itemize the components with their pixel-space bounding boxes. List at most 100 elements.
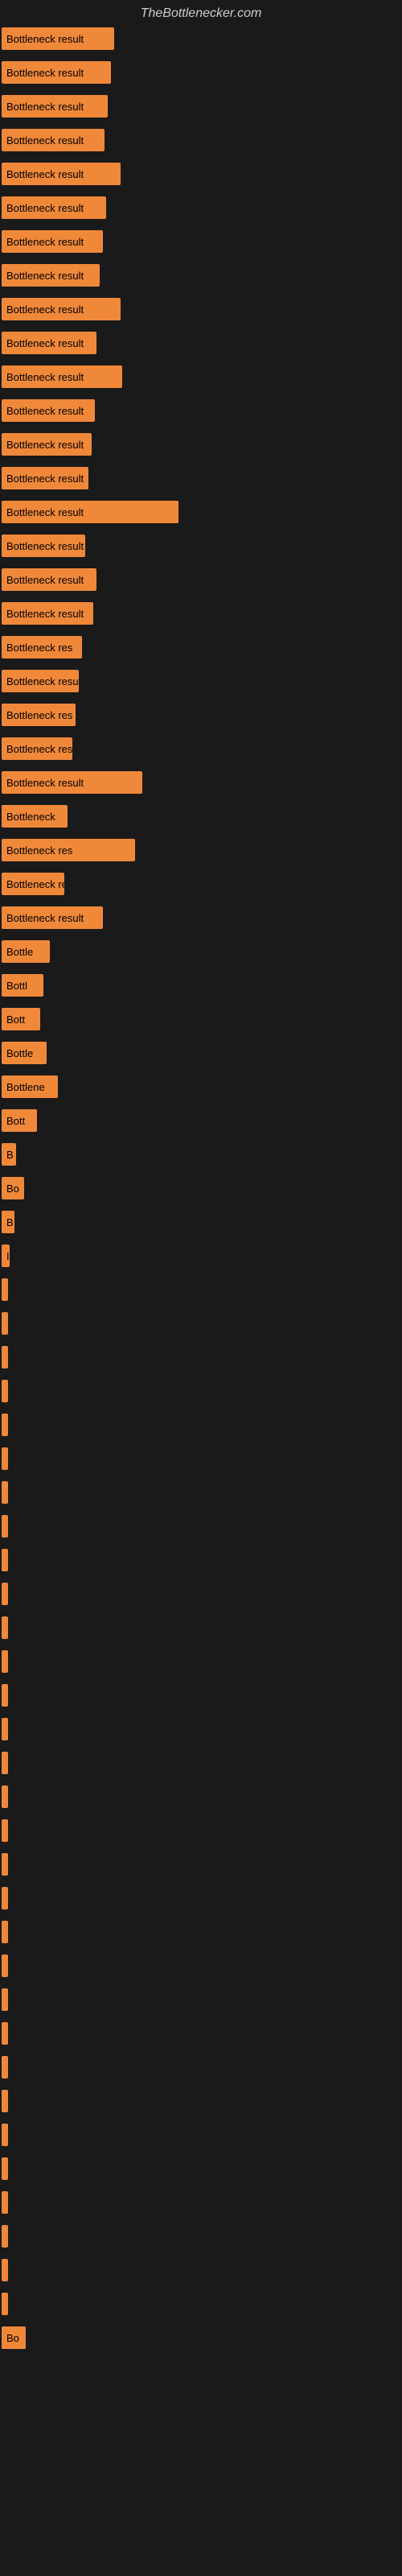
bar-label: Bottleneck result (6, 270, 84, 282)
result-bar (2, 1481, 8, 1504)
bar-label: Bottleneck (6, 811, 55, 823)
result-bar (2, 1312, 8, 1335)
bar-row (0, 1312, 402, 1335)
bar-row (0, 1921, 402, 1943)
result-bar (2, 1414, 8, 1436)
result-bar: Bo (2, 1177, 24, 1199)
result-bar (2, 2259, 8, 2281)
result-bar: Bottleneck result (2, 501, 178, 523)
bar-row: Bottlene (0, 1075, 402, 1098)
result-bar: Bottleneck result (2, 298, 121, 320)
bar-row (0, 1481, 402, 1504)
bar-row: Bottl (0, 974, 402, 997)
result-bar (2, 1278, 8, 1301)
result-bar: Bottleneck result (2, 399, 95, 422)
result-bar: Bottleneck result (2, 264, 100, 287)
result-bar (2, 1752, 8, 1774)
bar-row (0, 1785, 402, 1808)
bar-row (0, 1955, 402, 1977)
result-bar: Bottleneck result (2, 163, 121, 185)
bar-row: Bottleneck result (0, 535, 402, 557)
bar-row: Bottleneck result (0, 163, 402, 185)
bar-label: Bottleneck result (6, 134, 84, 147)
bar-row: Bottleneck result (0, 906, 402, 929)
bar-row: Bottleneck res (0, 839, 402, 861)
result-bar: Bottleneck result (2, 467, 88, 489)
bar-label: Bottleneck res (6, 743, 72, 755)
bar-row (0, 2225, 402, 2248)
bar-row: Bo (0, 1177, 402, 1199)
bar-row: Bottleneck result (0, 568, 402, 591)
bar-row: Bottleneck result (0, 230, 402, 253)
bar-row (0, 1684, 402, 1707)
result-bar: Bottleneck result (2, 129, 105, 151)
result-bar: Bottleneck res (2, 737, 72, 760)
result-bar (2, 2056, 8, 2079)
result-bar: Bo (2, 2326, 26, 2349)
bar-label: Bottleneck result (6, 236, 84, 248)
result-bar (2, 1785, 8, 1808)
bar-row: Bottleneck (0, 805, 402, 828)
bar-row (0, 1583, 402, 1605)
bar-label: Bott (6, 1013, 25, 1026)
result-bar (2, 1650, 8, 1673)
result-bar: Bottleneck result (2, 230, 103, 253)
bar-row (0, 1447, 402, 1470)
result-bar (2, 1921, 8, 1943)
bar-row (0, 1414, 402, 1436)
bar-row: Bo (0, 2326, 402, 2349)
result-bar (2, 2124, 8, 2146)
result-bar: Bottleneck res (2, 704, 76, 726)
result-bar: Bottlene (2, 1075, 58, 1098)
result-bar (2, 2191, 8, 2214)
bar-label: Bottleneck res (6, 709, 72, 721)
bar-row: Bottle (0, 940, 402, 963)
bar-row (0, 2293, 402, 2315)
bar-row (0, 1616, 402, 1639)
bar-row (0, 2090, 402, 2112)
result-bar (2, 1515, 8, 1538)
bar-row: Bottleneck res (0, 737, 402, 760)
bar-row (0, 1887, 402, 1909)
bar-row (0, 1346, 402, 1368)
bar-label: Bottleneck result (6, 405, 84, 417)
result-bar: Bottleneck result (2, 332, 96, 354)
bar-row (0, 2259, 402, 2281)
bar-label: Bottleneck result (6, 67, 84, 79)
bar-label: Bottleneck res (6, 642, 72, 654)
result-bar: Bottleneck result (2, 771, 142, 794)
bar-label: I (6, 1250, 10, 1262)
bar-row (0, 1549, 402, 1571)
result-bar: Bottl (2, 974, 43, 997)
bar-label: Bottleneck result (6, 101, 84, 113)
page-wrapper: TheBottlenecker.com Bottleneck resultBot… (0, 0, 402, 2576)
bar-row: Bottleneck res (0, 873, 402, 895)
bar-row: Bottleneck result (0, 365, 402, 388)
bar-label: Bottleneck result (6, 202, 84, 214)
bar-label: Bottleneck result (6, 777, 84, 789)
bar-label: Bottleneck result (6, 337, 84, 349)
bar-label: Bottleneck result (6, 912, 84, 924)
bar-label: Bottl (6, 980, 27, 992)
result-bar: B (2, 1143, 16, 1166)
bar-row: Bottleneck result (0, 61, 402, 84)
bar-label: Bottleneck res (6, 878, 64, 890)
bar-row: Bottleneck result (0, 27, 402, 50)
bar-label: Bo (6, 1183, 19, 1195)
result-bar: Bottleneck result (2, 602, 93, 625)
bar-label: Bottleneck result (6, 303, 84, 316)
bar-row: Bottle (0, 1042, 402, 1064)
result-bar: Bottleneck result (2, 535, 85, 557)
bar-label: Bottle (6, 946, 33, 958)
bars-container: Bottleneck result Bottleneck result Bottle… (0, 27, 402, 2349)
result-bar: Bottleneck (2, 805, 68, 828)
bar-row: Bott (0, 1109, 402, 1132)
result-bar: Bottle (2, 940, 50, 963)
bar-row (0, 2056, 402, 2079)
result-bar (2, 1853, 8, 1876)
result-bar (2, 1447, 8, 1470)
bar-row (0, 1650, 402, 1673)
bar-row: Bottleneck res (0, 636, 402, 658)
result-bar (2, 1718, 8, 1740)
result-bar: Bottleneck result (2, 906, 103, 929)
